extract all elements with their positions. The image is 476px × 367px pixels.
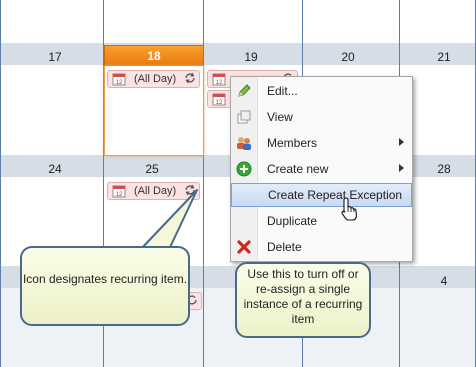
callout-text: Use this to turn off or re-assign a sing… [243, 267, 363, 326]
menu-item-view[interactable]: View [231, 105, 412, 129]
context-menu: Edit... View Members Create new Create R… [230, 76, 413, 262]
members-icon [237, 137, 251, 150]
menu-item-edit[interactable]: Edit... [231, 79, 412, 103]
submenu-arrow-icon [399, 164, 404, 172]
menu-item-create-new[interactable]: Create new [231, 157, 412, 181]
menu-item-members[interactable]: Members [231, 131, 412, 155]
menu-item-label: Create new [267, 162, 329, 176]
menu-item-label: Duplicate [267, 214, 318, 228]
menu-item-label: Members [267, 136, 318, 150]
menu-item-create-repeat-exception[interactable]: Create Repeat Exception [231, 183, 412, 207]
callout-recurring-icon: Icon designates recurring item. [20, 246, 190, 326]
callout-repeat-exception: Use this to turn off or re-assign a sing… [235, 262, 371, 338]
menu-item-label: Edit... [267, 84, 298, 98]
hand-cursor-icon [341, 197, 357, 221]
callout-text: Icon designates recurring item. [22, 272, 188, 286]
menu-item-label: Create Repeat Exception [268, 188, 403, 202]
add-green-icon [236, 161, 252, 177]
submenu-arrow-icon [399, 138, 404, 146]
pencil-icon [238, 84, 251, 97]
menu-item-duplicate[interactable]: Duplicate [231, 209, 412, 233]
menu-item-label: View [267, 110, 293, 124]
menu-item-delete[interactable]: Delete [231, 235, 412, 259]
red-x-icon [237, 240, 251, 254]
menu-item-label: Delete [267, 240, 302, 254]
view-icon [237, 110, 251, 124]
